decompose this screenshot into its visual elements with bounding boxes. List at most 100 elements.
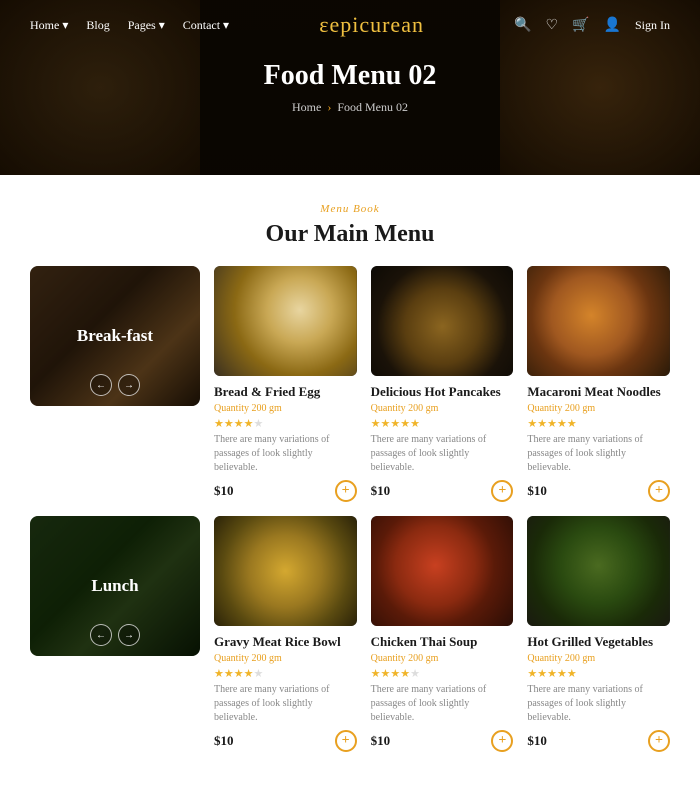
cart-icon[interactable]: 🛒 (572, 17, 589, 34)
breadcrumb: Home › Food Menu 02 (264, 100, 437, 115)
prev-arrow-0[interactable]: ← (90, 374, 112, 396)
food-desc-0-1: There are many variations of passages of… (371, 433, 514, 475)
add-button-0-1[interactable]: + (491, 480, 513, 502)
food-img-inner-1-0 (214, 516, 357, 626)
food-price-0-0: $10 (214, 483, 234, 499)
category-arrows-1: ← → (90, 624, 140, 646)
food-stars-1-0: ★★★★★ (214, 667, 357, 680)
food-price-0-1: $10 (371, 483, 391, 499)
user-icon[interactable]: 👤 (604, 17, 621, 34)
food-price-1-2: $10 (527, 733, 547, 749)
star-1-1-1: ★ (381, 668, 391, 680)
hero-title: Food Menu 02 (264, 60, 437, 92)
section-tag: Menu Book (0, 203, 700, 215)
food-stars-0-2: ★★★★★ (527, 417, 670, 430)
next-arrow-0[interactable]: → (118, 374, 140, 396)
star-0-2-3: ★ (557, 418, 567, 430)
navbar: Home ▾ Blog Pages ▾ Contact ▾ εepicurean… (0, 0, 700, 50)
food-stars-1-2: ★★★★★ (527, 667, 670, 680)
nav-contact[interactable]: Contact ▾ (183, 18, 229, 33)
next-arrow-1[interactable]: → (118, 624, 140, 646)
star-0-0-2: ★ (234, 418, 244, 430)
star-1-1-3: ★ (400, 668, 410, 680)
food-img-inner-0-2 (527, 266, 670, 376)
food-card-0-0: Bread & Fried Egg Quantity 200 gm ★★★★★ … (214, 266, 357, 502)
star-1-1-4: ★ (410, 668, 420, 680)
food-img-inner-0-0 (214, 266, 357, 376)
add-button-1-1[interactable]: + (491, 730, 513, 752)
food-qty-1-1: Quantity 200 gm (371, 653, 514, 664)
food-img-inner-1-2 (527, 516, 670, 626)
food-price-row-1-1: $10 + (371, 730, 514, 752)
wishlist-icon[interactable]: ♡ (546, 17, 559, 34)
food-name-1-1: Chicken Thai Soup (371, 634, 514, 650)
star-1-1-0: ★ (371, 668, 381, 680)
food-img-0-1 (371, 266, 514, 376)
food-desc-1-2: There are many variations of passages of… (527, 683, 670, 725)
star-1-2-2: ★ (547, 668, 557, 680)
search-icon[interactable]: 🔍 (514, 17, 531, 34)
star-0-2-1: ★ (537, 418, 547, 430)
food-name-1-2: Hot Grilled Vegetables (527, 634, 670, 650)
food-desc-1-1: There are many variations of passages of… (371, 683, 514, 725)
star-0-0-0: ★ (214, 418, 224, 430)
nav-blog[interactable]: Blog (86, 18, 109, 33)
star-1-0-1: ★ (224, 668, 234, 680)
food-img-0-2 (527, 266, 670, 376)
add-button-1-2[interactable]: + (648, 730, 670, 752)
food-qty-0-0: Quantity 200 gm (214, 403, 357, 414)
star-1-0-4: ★ (254, 668, 264, 680)
food-desc-0-2: There are many variations of passages of… (527, 433, 670, 475)
food-card-0-2: Macaroni Meat Noodles Quantity 200 gm ★★… (527, 266, 670, 502)
food-img-1-1 (371, 516, 514, 626)
food-name-0-1: Delicious Hot Pancakes (371, 384, 514, 400)
breadcrumb-home[interactable]: Home (292, 100, 321, 115)
star-0-1-1: ★ (381, 418, 391, 430)
category-arrows-0: ← → (90, 374, 140, 396)
food-name-0-0: Bread & Fried Egg (214, 384, 357, 400)
food-card-1-0: Gravy Meat Rice Bowl Quantity 200 gm ★★★… (214, 516, 357, 752)
star-1-0-2: ★ (234, 668, 244, 680)
star-0-0-3: ★ (244, 418, 254, 430)
add-button-0-0[interactable]: + (335, 480, 357, 502)
food-price-row-0-2: $10 + (527, 480, 670, 502)
food-card-1-1: Chicken Thai Soup Quantity 200 gm ★★★★★ … (371, 516, 514, 752)
nav-pages[interactable]: Pages ▾ (128, 18, 165, 33)
food-qty-0-1: Quantity 200 gm (371, 403, 514, 414)
nav-right: 🔍 ♡ 🛒 👤 Sign In (514, 17, 670, 34)
section-header: Menu Book Our Main Menu (0, 175, 700, 266)
food-card-1-2: Hot Grilled Vegetables Quantity 200 gm ★… (527, 516, 670, 752)
breadcrumb-current: Food Menu 02 (337, 100, 408, 115)
star-1-1-2: ★ (390, 668, 400, 680)
food-img-inner-1-1 (371, 516, 514, 626)
food-desc-1-0: There are many variations of passages of… (214, 683, 357, 725)
star-0-1-3: ★ (400, 418, 410, 430)
nav-home[interactable]: Home ▾ (30, 18, 68, 33)
prev-arrow-1[interactable]: ← (90, 624, 112, 646)
food-price-0-2: $10 (527, 483, 547, 499)
star-0-2-2: ★ (547, 418, 557, 430)
category-name-0: Break-fast (77, 326, 153, 346)
star-0-1-2: ★ (390, 418, 400, 430)
star-1-2-4: ★ (567, 668, 577, 680)
food-name-0-2: Macaroni Meat Noodles (527, 384, 670, 400)
star-1-0-3: ★ (244, 668, 254, 680)
sign-in-label[interactable]: Sign In (635, 18, 670, 33)
logo-epsilon: ε (319, 12, 329, 37)
food-price-1-0: $10 (214, 733, 234, 749)
add-button-1-0[interactable]: + (335, 730, 357, 752)
food-stars-0-1: ★★★★★ (371, 417, 514, 430)
food-img-1-2 (527, 516, 670, 626)
breadcrumb-sep: › (327, 100, 331, 115)
add-button-0-2[interactable]: + (648, 480, 670, 502)
food-price-row-0-1: $10 + (371, 480, 514, 502)
star-0-0-1: ★ (224, 418, 234, 430)
menu-row-1: Lunch ← → Gravy Meat Rice Bowl Quantity … (30, 516, 670, 752)
food-price-row-1-0: $10 + (214, 730, 357, 752)
site-logo[interactable]: εepicurean (319, 12, 424, 38)
menu-row-0: Break-fast ← → Bread & Fried Egg Quantit… (30, 266, 670, 502)
star-0-2-0: ★ (527, 418, 537, 430)
food-qty-0-2: Quantity 200 gm (527, 403, 670, 414)
food-stars-1-1: ★★★★★ (371, 667, 514, 680)
category-card-0: Break-fast ← → (30, 266, 200, 406)
